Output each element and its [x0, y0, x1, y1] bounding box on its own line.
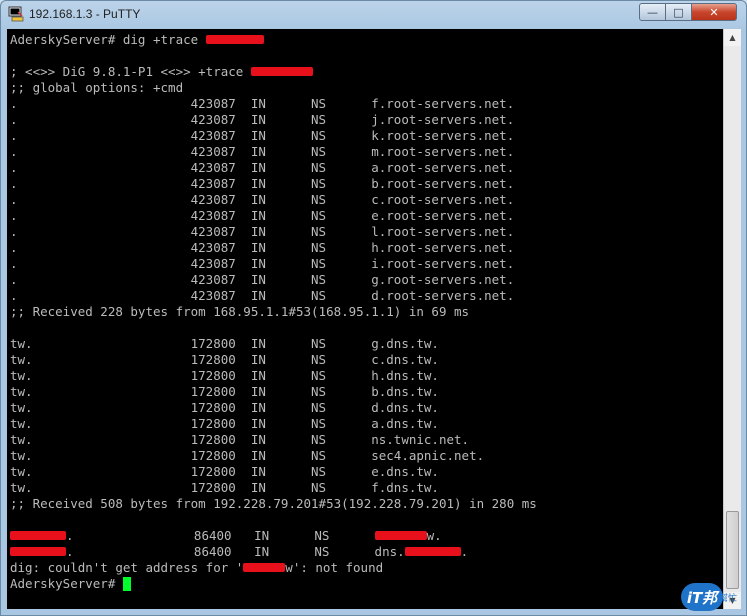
terminal-text: tw. 172800 IN NS ns.twnic.net. [10, 432, 470, 447]
terminal-output: AderskyServer# dig +trace ; <<>> DiG 9.8… [10, 32, 537, 592]
terminal-line: tw. 172800 IN NS h.dns.tw. [10, 368, 537, 384]
terminal-line: tw. 172800 IN NS e.dns.tw. [10, 464, 537, 480]
terminal-text: . 423087 IN NS b.root-servers.net. [10, 176, 515, 191]
redaction-mark [404, 547, 461, 556]
terminal-text: tw. 172800 IN NS g.dns.tw. [10, 336, 439, 351]
logo-subtext: 幫忙 [719, 594, 738, 604]
terminal-line: tw. 172800 IN NS sec4.apnic.net. [10, 448, 537, 464]
terminal-text: tw. 172800 IN NS a.dns.tw. [10, 416, 439, 431]
terminal-line: AderskyServer# [10, 576, 537, 592]
terminal-line: tw. 172800 IN NS a.dns.tw. [10, 416, 537, 432]
terminal-text: w': not found [285, 560, 384, 575]
terminal-line: . 423087 IN NS f.root-servers.net. [10, 96, 537, 112]
terminal-text: ; <<>> DiG 9.8.1-P1 <<>> +trace [10, 64, 251, 79]
putty-window: 192.168.1.3 - PuTTY — □ ✕ AderskyServer#… [0, 0, 747, 616]
terminal-line: ;; global options: +cmd [10, 80, 537, 96]
terminal-line: . 423087 IN NS h.root-servers.net. [10, 240, 537, 256]
terminal-line: . 423087 IN NS c.root-servers.net. [10, 192, 537, 208]
terminal-text: . 423087 IN NS e.root-servers.net. [10, 208, 515, 223]
window-title: 192.168.1.3 - PuTTY [29, 7, 141, 21]
terminal-text: tw. 172800 IN NS b.dns.tw. [10, 384, 439, 399]
redaction-mark [243, 563, 286, 572]
close-icon: ✕ [709, 5, 719, 19]
terminal-text: . [460, 544, 469, 559]
terminal-line: . 423087 IN NS e.root-servers.net. [10, 208, 537, 224]
terminal-text: tw. 172800 IN NS d.dns.tw. [10, 400, 439, 415]
terminal-text: . 423087 IN NS h.root-servers.net. [10, 240, 515, 255]
terminal-text: . 423087 IN NS a.root-servers.net. [10, 160, 515, 175]
terminal-text: . 423087 IN NS f.root-servers.net. [10, 96, 515, 111]
minimize-button[interactable]: — [639, 3, 666, 21]
terminal-text: tw. 172800 IN NS f.dns.tw. [10, 480, 439, 495]
terminal-line: . 423087 IN NS a.root-servers.net. [10, 160, 537, 176]
terminal-line: . 86400 IN NS dns.. [10, 544, 537, 560]
terminal-text: . 423087 IN NS m.root-servers.net. [10, 144, 515, 159]
terminal-line: tw. 172800 IN NS f.dns.tw. [10, 480, 537, 496]
title-bar[interactable]: 192.168.1.3 - PuTTY — □ ✕ [1, 1, 746, 28]
vertical-scrollbar[interactable]: ▲ ▼ [723, 29, 741, 609]
terminal-text: AderskyServer# dig +trace [10, 32, 206, 47]
terminal-text: tw. 172800 IN NS h.dns.tw. [10, 368, 439, 383]
redaction-mark [250, 67, 313, 76]
terminal-line: tw. 172800 IN NS ns.twnic.net. [10, 432, 537, 448]
terminal-line: . 423087 IN NS b.root-servers.net. [10, 176, 537, 192]
terminal-line: tw. 172800 IN NS d.dns.tw. [10, 400, 537, 416]
terminal-line: . 423087 IN NS d.root-servers.net. [10, 288, 537, 304]
terminal-line: . 86400 IN NS w. [10, 528, 537, 544]
terminal-text: . 423087 IN NS l.root-servers.net. [10, 224, 515, 239]
terminal-line: ;; Received 508 bytes from 192.228.79.20… [10, 496, 537, 512]
terminal-text: . 423087 IN NS d.root-servers.net. [10, 288, 515, 303]
logo-badge: iT邦 [681, 583, 723, 611]
scrollbar-thumb[interactable] [726, 511, 739, 589]
terminal-text: . 423087 IN NS k.root-servers.net. [10, 128, 515, 143]
terminal-text: tw. 172800 IN NS e.dns.tw. [10, 464, 439, 479]
redaction-mark [374, 531, 427, 540]
maximize-button[interactable]: □ [665, 3, 692, 21]
terminal-line: AderskyServer# dig +trace [10, 32, 537, 48]
terminal-text: . 86400 IN NS [66, 528, 375, 543]
maximize-icon: □ [673, 5, 684, 19]
putty-app-icon[interactable] [8, 6, 24, 22]
terminal-text: tw. 172800 IN NS c.dns.tw. [10, 352, 439, 367]
terminal-line: tw. 172800 IN NS b.dns.tw. [10, 384, 537, 400]
terminal-line: . 423087 IN NS i.root-servers.net. [10, 256, 537, 272]
terminal-line: ; <<>> DiG 9.8.1-P1 <<>> +trace [10, 64, 537, 80]
terminal-line: . 423087 IN NS l.root-servers.net. [10, 224, 537, 240]
terminal-text: dig: couldn't get address for ' [10, 560, 244, 575]
terminal-screen[interactable]: AderskyServer# dig +trace ; <<>> DiG 9.8… [7, 29, 723, 609]
terminal-text: tw. 172800 IN NS sec4.apnic.net. [10, 448, 485, 463]
ithome-watermark-logo: iT邦 幫忙 [679, 579, 745, 615]
terminal-line: tw. 172800 IN NS g.dns.tw. [10, 336, 537, 352]
terminal-text: . 86400 IN NS dns. [66, 544, 405, 559]
terminal-text: ;; global options: +cmd [10, 80, 184, 95]
close-button[interactable]: ✕ [691, 3, 737, 21]
terminal-line: . 423087 IN NS k.root-servers.net. [10, 128, 537, 144]
redaction-mark [205, 35, 264, 44]
terminal-text: ;; Received 508 bytes from 192.228.79.20… [10, 496, 537, 511]
terminal-line: dig: couldn't get address for ' w': not f… [10, 560, 537, 576]
terminal-line: ;; Received 228 bytes from 168.95.1.1#53… [10, 304, 537, 320]
terminal-text: . 423087 IN NS i.root-servers.net. [10, 256, 515, 271]
terminal-line: tw. 172800 IN NS c.dns.tw. [10, 352, 537, 368]
redaction-mark [10, 547, 66, 556]
terminal-cursor [122, 576, 131, 591]
terminal-line: . 423087 IN NS g.root-servers.net. [10, 272, 537, 288]
terminal-text: AderskyServer# [10, 576, 123, 591]
terminal-text: ;; Received 228 bytes from 168.95.1.1#53… [10, 304, 470, 319]
terminal-text: . 423087 IN NS j.root-servers.net. [10, 112, 515, 127]
minimize-icon: — [647, 5, 658, 19]
terminal-text: w. [426, 528, 442, 543]
scroll-up-arrow-icon[interactable]: ▲ [724, 29, 741, 46]
terminal-text: . 423087 IN NS g.root-servers.net. [10, 272, 515, 287]
terminal-text: . 423087 IN NS c.root-servers.net. [10, 192, 515, 207]
terminal-line: . 423087 IN NS m.root-servers.net. [10, 144, 537, 160]
redaction-mark [10, 531, 66, 540]
terminal-line: . 423087 IN NS j.root-servers.net. [10, 112, 537, 128]
